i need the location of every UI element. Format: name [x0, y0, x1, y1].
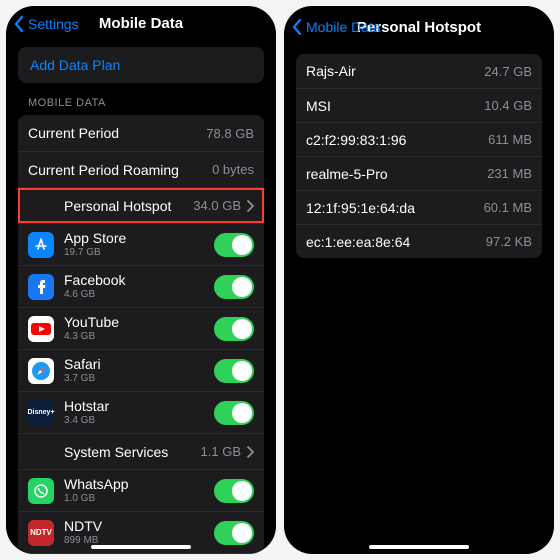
youtube-icon	[28, 316, 54, 342]
app-name: Safari	[64, 356, 208, 372]
home-indicator[interactable]	[91, 545, 191, 549]
app-name: NDTV	[64, 518, 208, 534]
system-services-label: System Services	[64, 444, 195, 460]
facebook-icon	[28, 274, 54, 300]
app-name: Facebook	[64, 272, 208, 288]
client-name: Rajs-Air	[306, 63, 478, 79]
current-period-value: 78.8 GB	[206, 126, 254, 141]
client-row: ec:1:ee:ea:8e:64 97.2 KB	[296, 224, 542, 258]
app-usage: 3.4 GB	[64, 415, 208, 427]
safari-icon	[28, 358, 54, 384]
roaming-value: 0 bytes	[212, 162, 254, 177]
client-usage: 60.1 MB	[484, 200, 532, 215]
client-name: ec:1:ee:ea:8e:64	[306, 234, 480, 250]
roaming-label: Current Period Roaming	[28, 162, 206, 178]
app-usage: 4.3 GB	[64, 331, 208, 343]
client-usage: 24.7 GB	[484, 64, 532, 79]
toggle-youtube[interactable]	[214, 317, 254, 341]
app-store-icon	[28, 232, 54, 258]
client-usage: 97.2 KB	[486, 234, 532, 249]
client-name: realme-5-Pro	[306, 166, 481, 182]
chevron-left-icon	[292, 19, 302, 35]
current-period-label: Current Period	[28, 125, 200, 141]
client-row: MSI 10.4 GB	[296, 88, 542, 122]
chevron-right-icon	[247, 446, 254, 458]
hotstar-icon: Disney+	[28, 400, 54, 426]
client-row: c2:f2:99:83:1:96 611 MB	[296, 122, 542, 156]
toggle-app-store[interactable]	[214, 233, 254, 257]
app-usage: 3.7 GB	[64, 373, 208, 385]
back-button-settings[interactable]: Settings	[14, 16, 79, 32]
row-system-services[interactable]: System Services 1.1 GB	[18, 433, 264, 469]
phone-right: Mobile Data Personal Hotspot Rajs-Air 24…	[284, 6, 554, 554]
hotspot-value: 34.0 GB	[193, 198, 241, 213]
row-app-store[interactable]: App Store19.7 GB	[18, 223, 264, 265]
add-data-plan-button[interactable]: Add Data Plan	[18, 47, 264, 83]
row-hotstar[interactable]: Disney+ Hotstar3.4 GB	[18, 391, 264, 433]
back-label: Mobile Data	[306, 19, 381, 35]
client-usage: 231 MB	[487, 166, 532, 181]
toggle-ndtv[interactable]	[214, 521, 254, 545]
client-usage: 611 MB	[488, 132, 532, 147]
ndtv-icon: NDTV	[28, 520, 54, 546]
app-name: YouTube	[64, 314, 208, 330]
toggle-hotstar[interactable]	[214, 401, 254, 425]
client-name: 12:1f:95:1e:64:da	[306, 200, 478, 216]
client-row: realme-5-Pro 231 MB	[296, 156, 542, 190]
chevron-right-icon	[247, 200, 254, 212]
app-name: Hotstar	[64, 398, 208, 414]
app-usage: 1.0 GB	[64, 493, 208, 505]
phone-left: Settings Mobile Data Add Data Plan MOBIL…	[6, 6, 276, 554]
app-usage: 19.7 GB	[64, 247, 208, 259]
row-whatsapp[interactable]: WhatsApp1.0 GB	[18, 469, 264, 511]
client-usage: 10.4 GB	[484, 98, 532, 113]
navbar: Settings Mobile Data	[6, 6, 276, 41]
section-header-mobile-data: MOBILE DATA	[6, 93, 276, 115]
toggle-whatsapp[interactable]	[214, 479, 254, 503]
toggle-facebook[interactable]	[214, 275, 254, 299]
mobile-data-list: Current Period 78.8 GB Current Period Ro…	[18, 115, 264, 554]
row-safari[interactable]: Safari3.7 GB	[18, 349, 264, 391]
home-indicator[interactable]	[369, 545, 469, 549]
row-youtube[interactable]: YouTube4.3 GB	[18, 307, 264, 349]
row-current-period-roaming: Current Period Roaming 0 bytes	[18, 151, 264, 187]
chevron-left-icon	[14, 16, 24, 32]
row-espncricinfo[interactable]: ESPN ESPNcricinfo873 MB	[18, 553, 264, 554]
client-name: MSI	[306, 98, 478, 114]
client-row: 12:1f:95:1e:64:da 60.1 MB	[296, 190, 542, 224]
back-button-mobile-data[interactable]: Mobile Data	[292, 19, 381, 35]
navbar: Mobile Data Personal Hotspot	[284, 6, 554, 48]
hotspot-label: Personal Hotspot	[64, 198, 187, 214]
row-personal-hotspot[interactable]: Personal Hotspot 34.0 GB	[18, 187, 264, 223]
app-usage: 4.6 GB	[64, 289, 208, 301]
back-label: Settings	[28, 16, 79, 32]
row-current-period: Current Period 78.8 GB	[18, 115, 264, 151]
toggle-safari[interactable]	[214, 359, 254, 383]
row-facebook[interactable]: Facebook4.6 GB	[18, 265, 264, 307]
app-name: WhatsApp	[64, 476, 208, 492]
whatsapp-icon	[28, 478, 54, 504]
hotspot-clients-list: Rajs-Air 24.7 GB MSI 10.4 GB c2:f2:99:83…	[296, 54, 542, 258]
client-name: c2:f2:99:83:1:96	[306, 132, 482, 148]
app-name: App Store	[64, 230, 208, 246]
client-row: Rajs-Air 24.7 GB	[296, 54, 542, 88]
system-services-value: 1.1 GB	[201, 444, 241, 459]
